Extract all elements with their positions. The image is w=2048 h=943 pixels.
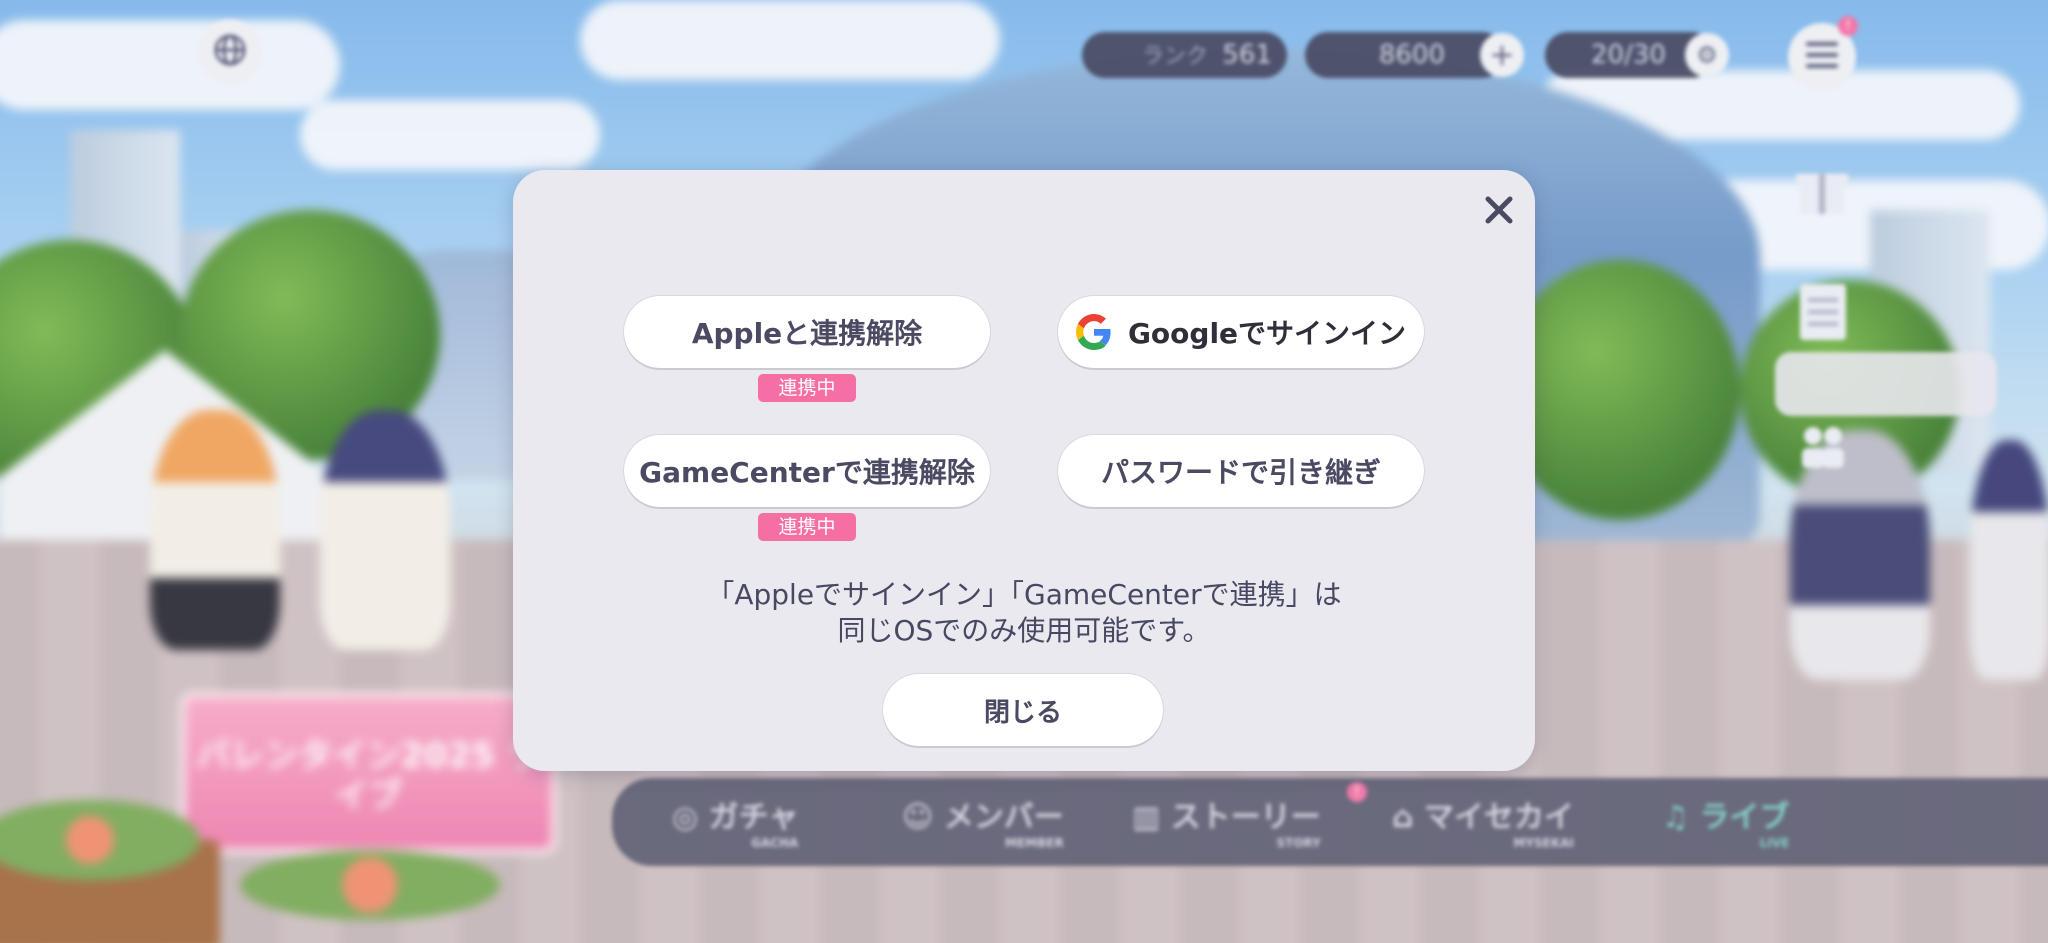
close-icon[interactable] (1475, 186, 1523, 234)
gamecenter-unlink-button[interactable]: GameCenterで連携解除 (624, 435, 990, 507)
gamecenter-linked-badge: 連携中 (758, 513, 856, 541)
apple-linked-badge: 連携中 (758, 374, 856, 402)
os-note-line1: 「Appleでサインイン」「GameCenterで連携」は (706, 578, 1342, 611)
gamecenter-unlink-label: GameCenterで連携解除 (639, 456, 975, 489)
apple-unlink-label: Appleと連携解除 (691, 317, 923, 350)
account-link-dialog: Appleと連携解除 連携中 Googleでサインイン GameCenterで連… (513, 170, 1535, 771)
close-button-label: 閉じる (983, 697, 1062, 728)
password-transfer-label: パスワードで引き継ぎ (1100, 456, 1381, 489)
google-signin-label: Googleでサインイン (1127, 317, 1407, 350)
close-button[interactable]: 閉じる (883, 674, 1163, 746)
apple-unlink-button[interactable]: Appleと連携解除 (624, 296, 990, 368)
password-transfer-button[interactable]: パスワードで引き継ぎ (1058, 435, 1424, 507)
google-g-icon (1075, 314, 1112, 350)
os-note-line2: 同じOSでのみ使用可能です。 (837, 614, 1211, 647)
google-signin-button[interactable]: Googleでサインイン (1058, 296, 1424, 368)
